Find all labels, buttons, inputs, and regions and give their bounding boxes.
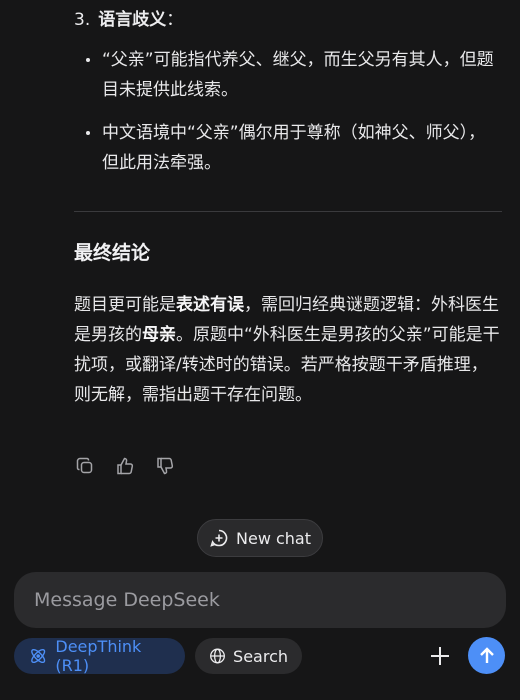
arrow-up-icon <box>479 646 494 663</box>
new-chat-icon <box>210 529 228 547</box>
dislike-button[interactable] <box>154 455 176 477</box>
atom-icon <box>31 648 46 664</box>
deepthink-toggle[interactable]: DeepThink (R1) <box>14 637 185 675</box>
copy-button[interactable] <box>74 455 96 477</box>
list-item-title: 语言歧义 <box>98 10 167 30</box>
search-toggle[interactable]: Search <box>195 638 302 674</box>
deepthink-label: DeepThink (R1) <box>55 637 142 675</box>
conclusion-paragraph: 题目更可能是表述有误，需回归经典谜题逻辑：外科医生是男孩的母亲。原题中“外科医生… <box>74 290 504 410</box>
new-chat-label: New chat <box>236 528 311 548</box>
like-button[interactable] <box>114 455 136 477</box>
composer-toolbar: DeepThink (R1) Search <box>0 636 520 676</box>
message-actions <box>74 455 176 477</box>
new-chat-button[interactable]: New chat <box>197 519 323 557</box>
search-label: Search <box>233 646 288 666</box>
globe-icon <box>210 648 225 664</box>
send-button[interactable] <box>468 637 505 674</box>
bullet-text: “父亲”可能指代养父、继父，而生父另有其人，但题目未提供此线索。 <box>102 50 494 100</box>
bullet-dot <box>86 58 90 62</box>
list-item: 中文语境中“父亲”偶尔用于尊称（如神父、师父），但此用法牵强。 <box>86 118 500 178</box>
thumbs-down-icon <box>157 457 174 475</box>
attach-button[interactable] <box>424 640 456 672</box>
list-number: 3. <box>74 10 91 30</box>
list-item: “父亲”可能指代养父、继父，而生父另有其人，但题目未提供此线索。 <box>86 45 500 105</box>
bold-phrase: 表述有误 <box>176 295 244 315</box>
bold-phrase: 母亲 <box>142 325 176 345</box>
list-item-heading: 3. 语言歧义： <box>74 8 183 32</box>
message-input[interactable] <box>14 572 506 628</box>
bullet-text: 中文语境中“父亲”偶尔用于尊称（如神父、师父），但此用法牵强。 <box>102 123 486 173</box>
conclusion-text: 题目更可能是 <box>74 295 176 315</box>
bullet-dot <box>86 131 90 135</box>
bullet-list: “父亲”可能指代养父、继父，而生父另有其人，但题目未提供此线索。 中文语境中“父… <box>86 45 500 191</box>
plus-icon <box>431 647 449 665</box>
message-input-container <box>14 572 506 628</box>
list-item-colon: ： <box>166 10 184 30</box>
copy-icon <box>76 457 93 474</box>
thumbs-up-icon <box>117 457 134 475</box>
divider <box>74 211 502 212</box>
section-heading: 最终结论 <box>74 242 151 264</box>
chat-screen: 3. 语言歧义： “父亲”可能指代养父、继父，而生父另有其人，但题目未提供此线索。… <box>0 0 520 700</box>
